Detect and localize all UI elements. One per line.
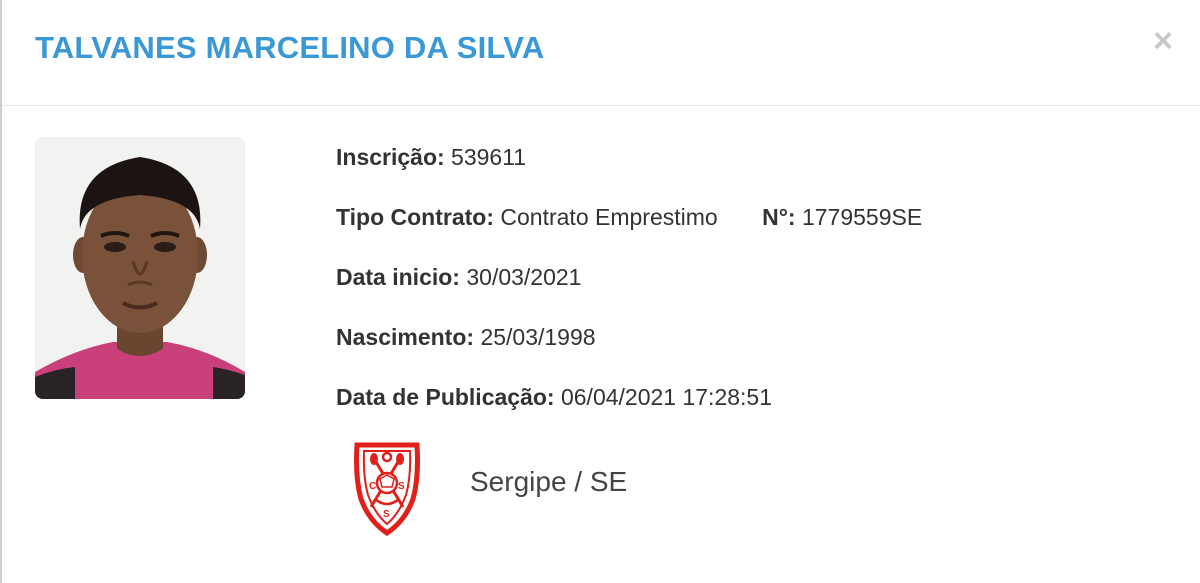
nascimento-label: Nascimento: bbox=[336, 324, 475, 350]
inscricao-value: 539611 bbox=[451, 144, 527, 170]
data-publicacao-label: Data de Publicação: bbox=[336, 384, 555, 410]
inscricao-label: Inscrição: bbox=[336, 144, 445, 170]
data-inicio-row: Data inicio: 30/03/2021 bbox=[336, 264, 922, 324]
close-button[interactable]: × bbox=[1148, 24, 1178, 58]
numero-value: 1779559SE bbox=[801, 204, 923, 230]
data-publicacao-value: 06/04/2021 17:28:51 bbox=[560, 384, 773, 410]
inscricao-row: Inscrição: 539611 bbox=[336, 144, 922, 204]
svg-text:S: S bbox=[383, 509, 390, 520]
club-crest-icon: C S S bbox=[347, 437, 427, 537]
modal-header: TALVANES MARCELINO DA SILVA × bbox=[2, 0, 1200, 106]
nascimento-value: 25/03/1998 bbox=[480, 324, 596, 350]
player-info: Inscrição: 539611 Tipo Contrato: Contrat… bbox=[336, 144, 922, 444]
tipo-contrato-label: Tipo Contrato: bbox=[336, 204, 494, 230]
player-photo bbox=[35, 137, 245, 399]
tipo-contrato-value: Contrato Emprestimo bbox=[500, 204, 718, 230]
numero-group: N°: 1779559SE bbox=[762, 204, 922, 231]
svg-text:S: S bbox=[398, 481, 405, 492]
portrait-image bbox=[35, 137, 245, 399]
data-publicacao-row: Data de Publicação: 06/04/2021 17:28:51 bbox=[336, 384, 922, 444]
player-detail-modal: TALVANES MARCELINO DA SILVA × Inscrição:… bbox=[0, 0, 1200, 583]
player-name-title: TALVANES MARCELINO DA SILVA bbox=[35, 30, 545, 65]
svg-text:C: C bbox=[369, 481, 376, 492]
nascimento-row: Nascimento: 25/03/1998 bbox=[336, 324, 922, 384]
club-name: Sergipe / SE bbox=[470, 466, 628, 497]
data-inicio-label: Data inicio: bbox=[336, 264, 460, 290]
data-inicio-value: 30/03/2021 bbox=[466, 264, 582, 290]
tipo-contrato-row: Tipo Contrato: Contrato Emprestimo N°: 1… bbox=[336, 204, 922, 264]
numero-label: N°: bbox=[762, 204, 796, 230]
